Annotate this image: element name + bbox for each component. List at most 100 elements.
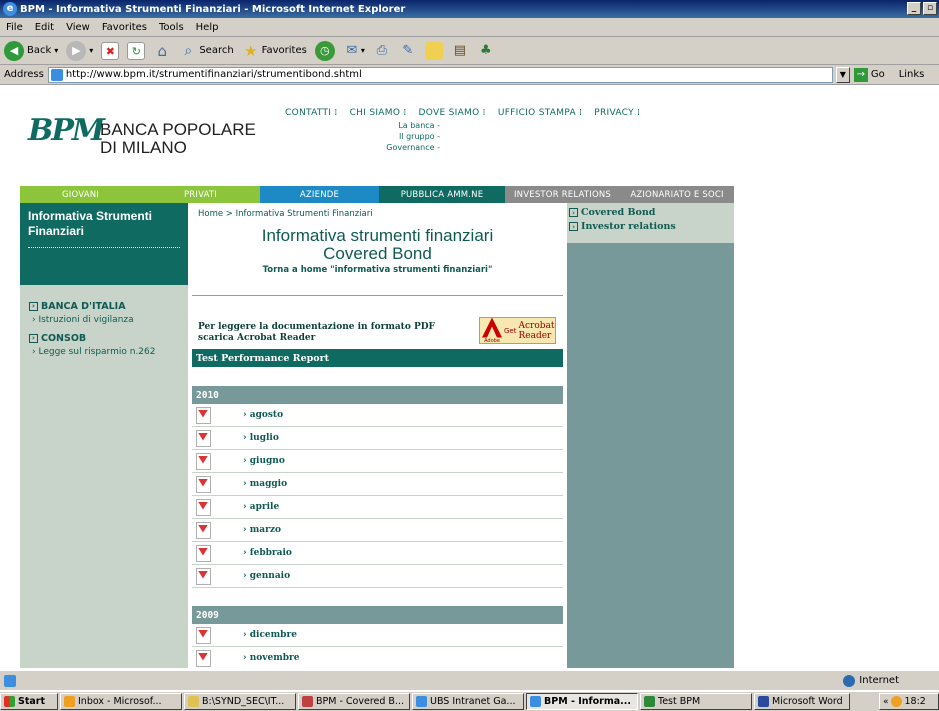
month-link[interactable]: dicembre (243, 630, 297, 640)
breadcrumb[interactable]: Home > Informativa Strumenti Finanziari (198, 209, 373, 219)
taskbar-item-word[interactable]: Microsoft Word (754, 693, 850, 710)
list-item[interactable]: aprile (192, 496, 563, 519)
pdf-icon (196, 406, 211, 424)
sublink-governance[interactable]: Governance - (360, 142, 440, 153)
taskbar: Start Inbox - Microsof... B:\SYND_SEC\IT… (0, 691, 939, 711)
top-link-chi-siamo[interactable]: CHI SIAMO ⁞ (350, 108, 407, 118)
tray-icon[interactable] (890, 696, 902, 707)
adobe-icon (482, 317, 502, 338)
menu-view[interactable]: View (60, 22, 96, 33)
chevron-down-icon: ▾ (89, 46, 94, 55)
address-input[interactable]: http://www.bpm.it/strumentifinanziari/st… (47, 66, 833, 83)
chevron-down-icon: ▾ (54, 46, 59, 55)
search-button[interactable]: ⌕ Search (175, 39, 237, 63)
address-dropdown-button[interactable]: ▼ (835, 66, 850, 83)
folder-icon (188, 696, 199, 707)
tab-privati[interactable]: PRIVATI (141, 186, 260, 203)
year-header-2010: 2010 (192, 386, 563, 404)
folder-icon (424, 41, 443, 60)
stop-button[interactable]: ✖ (97, 39, 123, 63)
bpm-logo[interactable]: BPM (28, 113, 105, 148)
month-link[interactable]: gennaio (243, 571, 290, 581)
list-item[interactable]: gennaio (192, 565, 563, 588)
list-item[interactable]: agosto (192, 404, 563, 427)
month-link[interactable]: maggio (243, 479, 287, 489)
excel-icon (644, 696, 655, 707)
taskbar-item-explorer[interactable]: B:\SYND_SEC\IT... (184, 693, 296, 710)
pdf-icon (196, 452, 211, 470)
right-link-covered-bond[interactable]: › Covered Bond (569, 207, 732, 218)
pdf-icon (196, 567, 211, 585)
forward-button[interactable]: ▶ ▾ (62, 39, 97, 63)
taskbar-item-inbox[interactable]: Inbox - Microsof... (60, 693, 182, 710)
list-item[interactable]: maggio (192, 473, 563, 496)
menu-file[interactable]: File (0, 22, 29, 33)
back-button[interactable]: ◀ Back ▾ (0, 39, 62, 63)
menu-tools[interactable]: Tools (153, 22, 190, 33)
list-item[interactable]: giugno (192, 450, 563, 473)
sidebar-item-banca-italia[interactable]: › BANCA D'ITALIA (20, 301, 188, 312)
sidebar-sublink-legge[interactable]: › Legge sul risparmio n.262 (20, 347, 188, 357)
maximize-button[interactable]: ▫ (923, 2, 937, 15)
chevron-left-icon[interactable]: « (883, 697, 889, 707)
history-button[interactable]: ◷ (311, 39, 339, 63)
right-sidebar: › Covered Bond › Investor relations (567, 203, 734, 668)
top-link-privacy[interactable]: PRIVACY ⁞ (594, 108, 640, 118)
taskbar-item-ubs[interactable]: UBS Intranet Ga... (412, 693, 524, 710)
links-button[interactable]: Links (899, 69, 925, 80)
minimize-button[interactable]: _ (907, 2, 921, 15)
sublink-il-gruppo[interactable]: Il gruppo - (360, 131, 440, 142)
month-link[interactable]: novembre (243, 653, 300, 663)
refresh-button[interactable]: ↻ (123, 39, 149, 63)
arrow-box-icon: › (569, 208, 578, 217)
back-arrow-icon: ◀ (4, 40, 24, 61)
ie-icon: e (3, 2, 17, 16)
taskbar-item-bpm-covered[interactable]: BPM - Covered B... (298, 693, 410, 710)
tab-azionariato[interactable]: AZIONARIATO E SOCI (620, 186, 734, 203)
pdf-icon (196, 521, 211, 539)
messenger-button[interactable]: ♣ (473, 39, 499, 63)
research-button[interactable]: ▤ (447, 39, 473, 63)
month-link[interactable]: giugno (243, 456, 285, 466)
web-page: BPM BANCA POPOLARE DI MILANO CONTATTI ⁞ … (0, 86, 939, 668)
top-link-contatti[interactable]: CONTATTI ⁞ (285, 108, 338, 118)
start-button[interactable]: Start (0, 693, 58, 710)
tab-investor-relations[interactable]: INVESTOR RELATIONS (505, 186, 620, 203)
back-home-link[interactable]: Torna a home "informativa strumenti fina… (188, 265, 567, 275)
search-icon: ⌕ (184, 42, 193, 59)
month-link[interactable]: aprile (243, 502, 279, 512)
month-link[interactable]: febbraio (243, 548, 292, 558)
folder-button[interactable] (421, 39, 447, 63)
month-link[interactable]: marzo (243, 525, 281, 535)
top-link-ufficio-stampa[interactable]: UFFICIO STAMPA ⁞ (498, 108, 582, 118)
mail-button[interactable]: ✉ ▾ (339, 39, 369, 63)
menu-help[interactable]: Help (190, 22, 225, 33)
sidebar-item-consob[interactable]: › CONSOB (20, 333, 188, 344)
month-link[interactable]: luglio (243, 433, 279, 443)
taskbar-item-test-bpm[interactable]: Test BPM (640, 693, 752, 710)
print-button[interactable]: ⎙ (369, 39, 395, 63)
favorites-button[interactable]: ★ Favorites (238, 39, 311, 63)
home-button[interactable]: ⌂ (149, 39, 175, 63)
list-item[interactable]: novembre (192, 647, 563, 668)
get-acrobat-reader-button[interactable]: Adobe Get Acrobat Reader (479, 317, 556, 344)
tab-aziende[interactable]: AZIENDE (260, 186, 379, 203)
list-item[interactable]: luglio (192, 427, 563, 450)
sidebar-sublink-istruzioni[interactable]: › Istruzioni di vigilanza (20, 315, 188, 325)
taskbar-item-bpm-informa[interactable]: BPM - Informa... (526, 693, 638, 710)
page-icon (4, 674, 16, 687)
month-link[interactable]: agosto (243, 410, 283, 420)
main-nav-tabs: GIOVANI PRIVATI AZIENDE PUBBLICA AMM.NE … (20, 186, 734, 203)
menu-edit[interactable]: Edit (29, 22, 60, 33)
list-item[interactable]: marzo (192, 519, 563, 542)
tab-pubblica-amm[interactable]: PUBBLICA AMM.NE (379, 186, 505, 203)
right-link-investor-relations[interactable]: › Investor relations (569, 221, 732, 232)
tab-giovani[interactable]: GIOVANI (20, 186, 141, 203)
go-button[interactable]: → Go (853, 67, 885, 82)
list-item[interactable]: dicembre (192, 624, 563, 647)
sublink-la-banca[interactable]: La banca - (360, 120, 440, 131)
list-item[interactable]: febbraio (192, 542, 563, 565)
edit-button[interactable]: ✎ (395, 39, 421, 63)
menu-favorites[interactable]: Favorites (96, 22, 153, 33)
top-link-dove-siamo[interactable]: DOVE SIAMO ⁞ (419, 108, 486, 118)
